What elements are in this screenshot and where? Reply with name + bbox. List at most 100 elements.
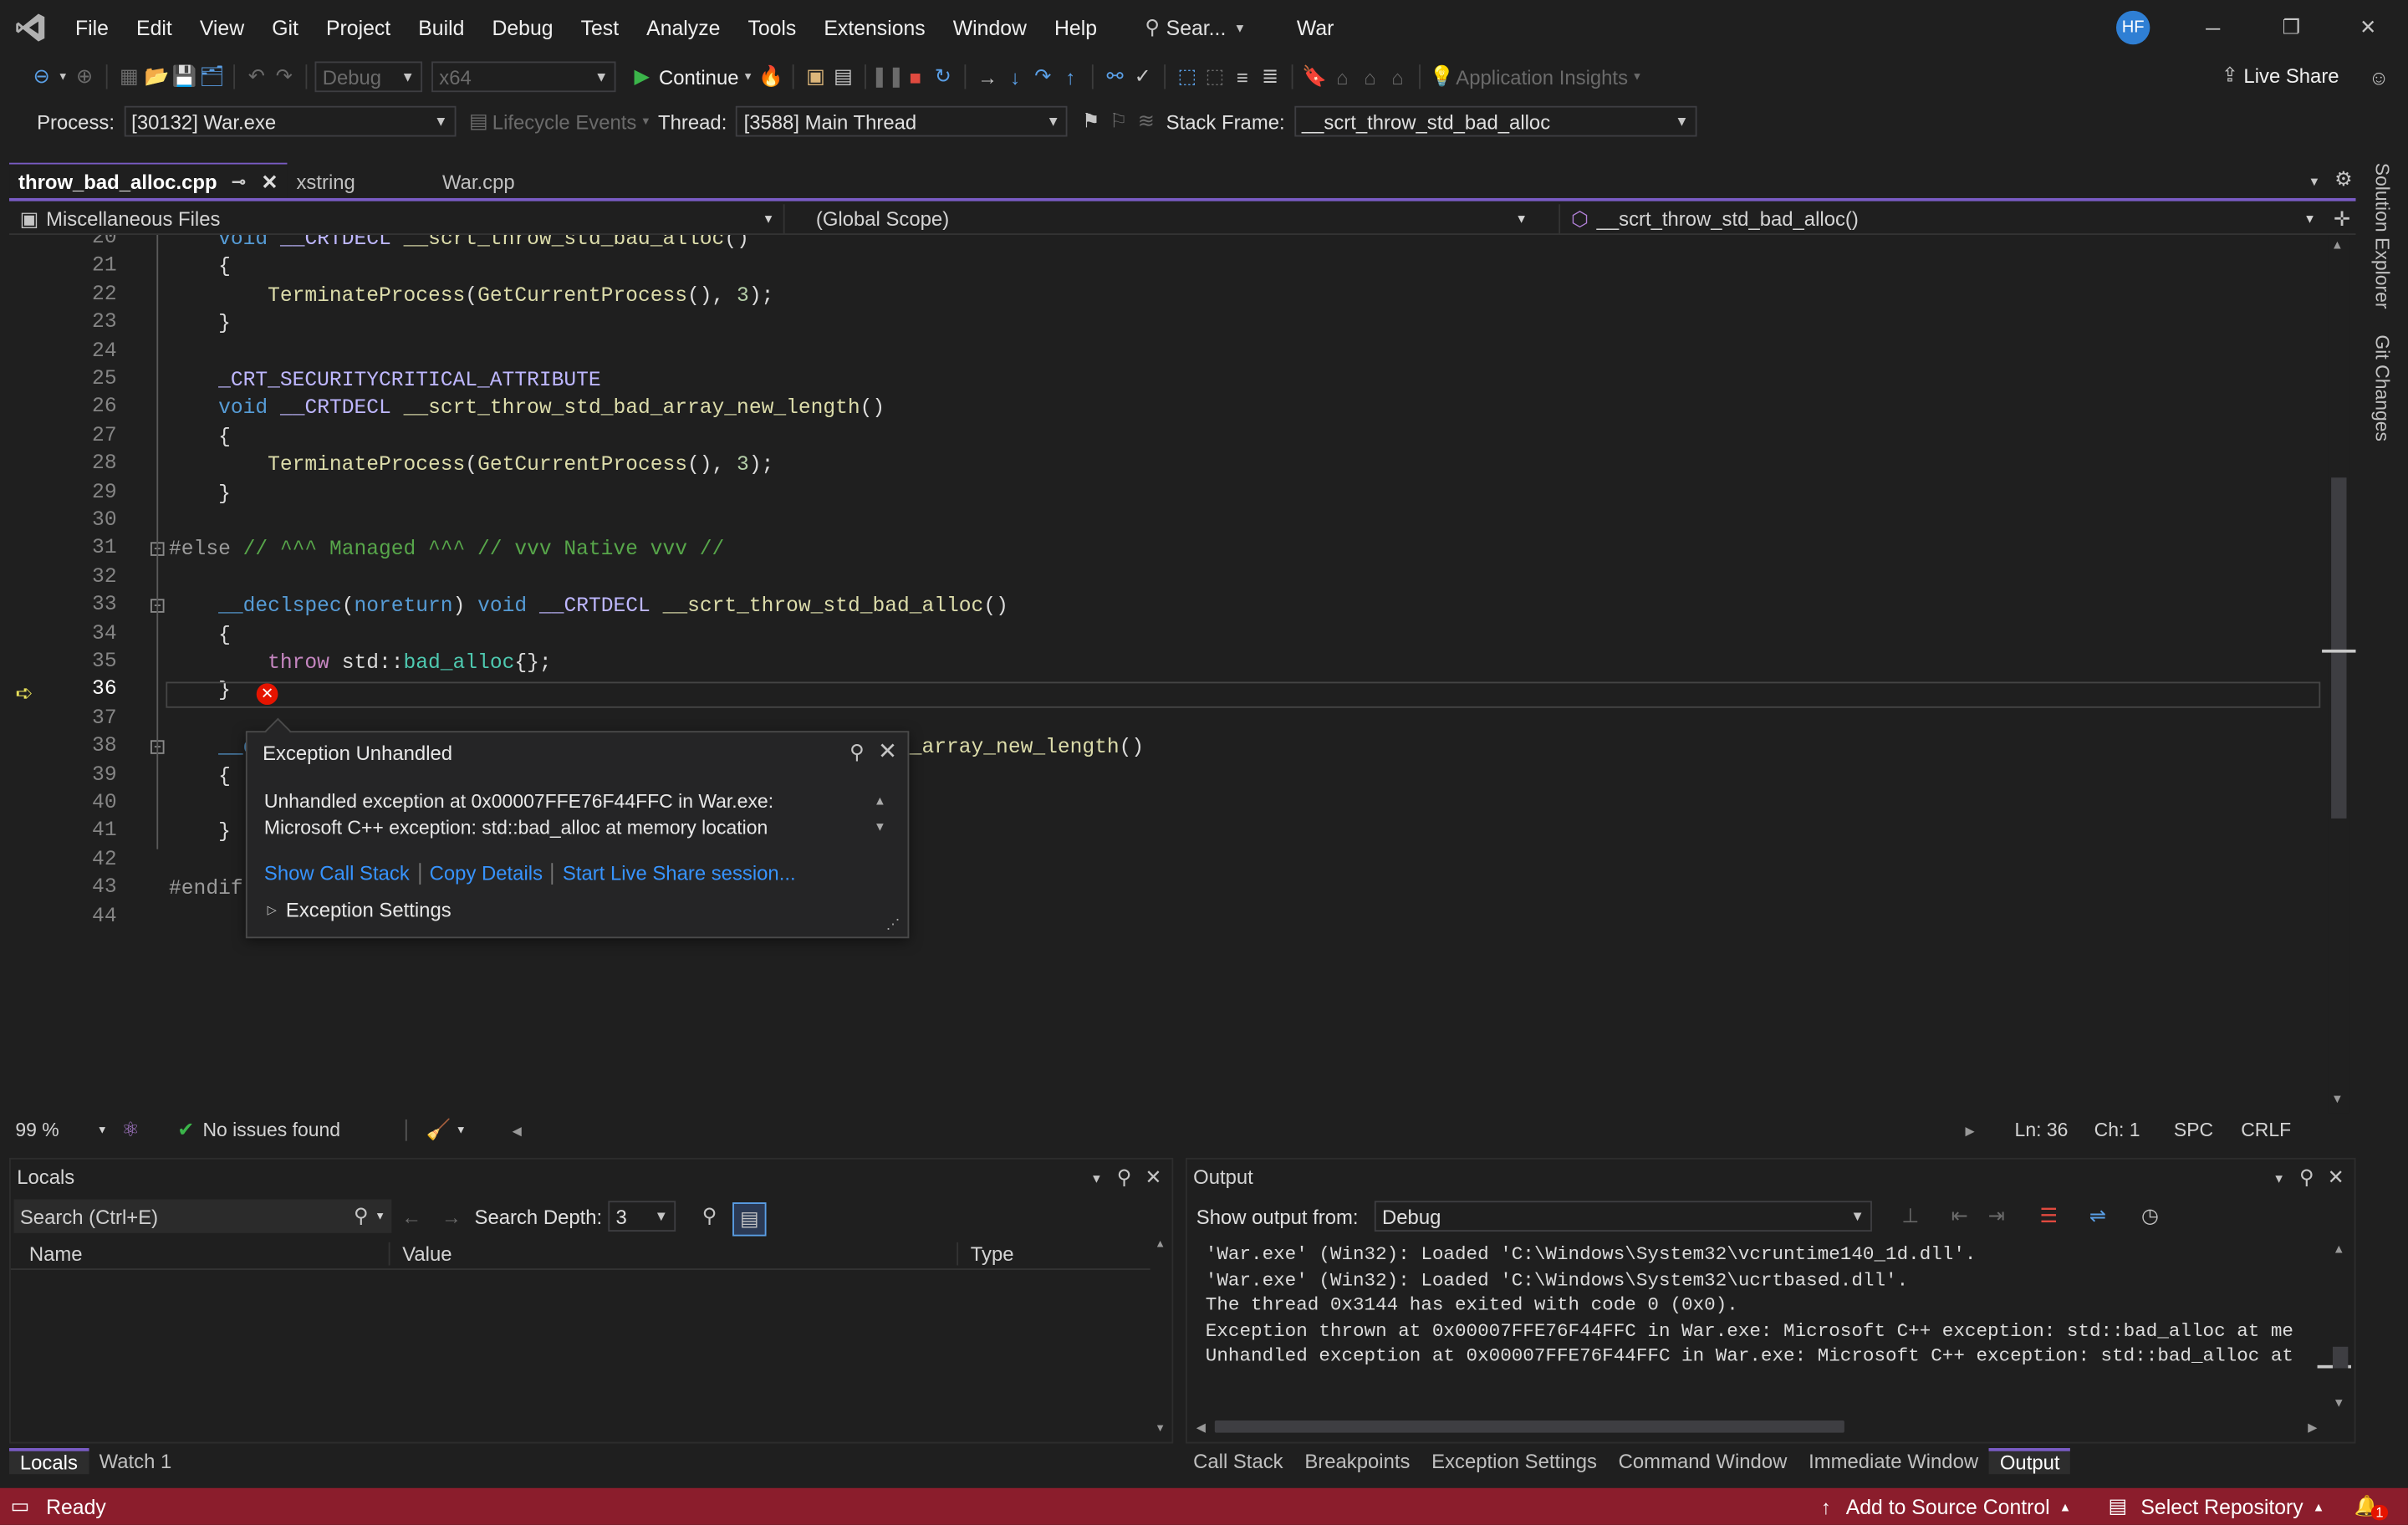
spell-check-icon[interactable]: ✓ [1129,63,1156,90]
show-call-stack-link[interactable]: Show Call Stack [264,861,410,885]
exception-error-icon[interactable]: ✕ [256,683,278,706]
tab-throw-bad-alloc-cpp[interactable]: throw_bad_alloc.cpp ⊸ ✕ [9,162,288,200]
code-editor[interactable]: 20 void __CRTDECL __scrt_throw_std_bad_a… [9,235,2328,1114]
output-source-dropdown[interactable]: Debug ▼ [1374,1201,1872,1232]
code-line[interactable]: { [169,764,231,793]
issues-status[interactable]: No issues found [202,1120,340,1141]
zoom-dropdown[interactable]: 99 % ▼ [9,1120,107,1141]
menu-extensions[interactable]: Extensions [810,16,939,39]
threads-icon[interactable]: ⚯ [1101,63,1129,90]
diagnostics-icon[interactable]: ▤ [829,63,857,90]
code-line[interactable]: } [169,821,231,849]
menu-view[interactable]: View [186,16,258,39]
browse-icon[interactable]: ▣ [802,63,829,90]
continue-button[interactable]: ▶ Continue ▼ [628,63,757,90]
notifications-button[interactable]: 🔔 1 [2353,1492,2389,1521]
open-file-icon[interactable]: 📂 [143,63,171,90]
column-header-type[interactable]: Type [957,1242,1014,1266]
feedback-icon[interactable]: ☺ [2365,63,2393,90]
menu-window[interactable]: Window [939,16,1040,39]
hot-reload-icon[interactable]: 🔥 [758,63,785,90]
tab-war-cpp[interactable]: War.cpp [433,163,579,200]
tab-locals[interactable]: Locals [9,1447,89,1474]
save-icon[interactable]: 💾 [171,63,198,90]
output-horizontal-scrollbar[interactable]: ◀ ▶ [1196,1417,2318,1436]
pin-icon[interactable]: ⚲ [2293,1164,2320,1191]
scroll-down-icon[interactable]: ▼ [2331,1092,2344,1106]
live-share-button[interactable]: ⇪ Live Share [2216,61,2339,89]
scroll-up-icon[interactable]: ▲ [2331,238,2344,252]
window-menu-icon[interactable]: ▼ [1083,1164,1110,1191]
column-indicator[interactable]: Ch: 1 [2094,1120,2140,1141]
live-share-link[interactable]: Start Live Share session... [563,861,796,885]
indent-icon[interactable]: ≡ [1228,63,1256,90]
settings-gear-icon[interactable]: ⚙ [2329,166,2357,193]
side-tab-git-changes[interactable]: Git Changes [2365,334,2393,457]
stack-frame-dropdown[interactable]: __scrt_throw_std_bad_alloc ▼ [1293,105,1696,137]
flag-thread-icon[interactable]: ⚑ [1077,108,1105,135]
menu-debug[interactable]: Debug [478,16,567,39]
line-indicator[interactable]: Ln: 36 [2015,1120,2069,1141]
member-dropdown[interactable]: ⬡ __scrt_throw_std_bad_alloc() ▼ [1558,203,2325,235]
tab-call-stack[interactable]: Call Stack [1182,1449,1293,1472]
pin-tab-icon[interactable]: ⊸ [232,172,246,192]
tab-exception-settings[interactable]: Exception Settings [1421,1449,1608,1472]
menu-test[interactable]: Test [567,16,633,39]
pin-icon[interactable]: ⚲ [843,738,870,766]
code-line[interactable]: { [169,425,231,453]
message-scroll-down-icon[interactable]: ▼ [874,820,886,834]
code-line[interactable]: void __CRTDECL __scrt_throw_std_bad_arra… [169,397,885,426]
step-out-icon[interactable]: ↑ [1057,63,1084,90]
tab-output[interactable]: Output [1988,1447,2071,1474]
avatar[interactable]: HF [2115,10,2150,45]
menu-build[interactable]: Build [405,16,478,39]
column-header-value[interactable]: Value [388,1242,957,1266]
comment-icon[interactable]: ⬚ [1173,63,1201,90]
code-cleanup-icon[interactable]: 🧹 [425,1116,452,1144]
pin-visualizer-icon[interactable]: ⚲ [696,1202,723,1230]
clear-all-icon[interactable]: ☰ [2035,1202,2063,1230]
code-line[interactable]: #endif [169,877,243,905]
pin-icon[interactable]: ⚲ [1110,1164,1138,1191]
bookmark-icon[interactable]: 🔖 [1301,63,1329,90]
code-line[interactable]: throw std::bad_alloc{}; [169,651,552,680]
code-line[interactable]: TerminateProcess(GetCurrentProcess(), 3)… [169,453,773,482]
locals-search-input[interactable]: Search (Ctrl+E) ⚲ ▼ [13,1199,392,1233]
add-to-source-control-button[interactable]: ↑ Add to Source Control ▲ [1812,1492,2071,1520]
code-line[interactable]: #else // ^^^ Managed ^^^ // vvv Native v… [169,538,724,567]
menu-tools[interactable]: Tools [734,16,810,39]
exception-settings-expander[interactable]: ▷ Exception Settings [268,898,452,921]
window-menu-icon[interactable]: ▼ [2265,1164,2293,1191]
process-dropdown[interactable]: [30132] War.exe ▼ [123,105,456,137]
output-text[interactable]: 'War.exe' (Win32): Loaded 'C:\Windows\Sy… [1206,1242,2327,1380]
menu-file[interactable]: File [61,16,122,39]
scroll-right-icon[interactable]: ▶ [1965,1124,1974,1138]
stop-icon[interactable]: ■ [901,63,929,90]
restart-icon[interactable]: ↻ [929,63,957,90]
menu-help[interactable]: Help [1040,16,1110,39]
select-repository-button[interactable]: ▤ Select Repository ▲ [2104,1492,2325,1520]
line-ending-indicator[interactable]: CRLF [2241,1120,2291,1141]
close-popup-icon[interactable]: ✕ [874,737,901,764]
step-over-icon[interactable]: ↷ [1029,63,1057,90]
side-tab-solution-explorer[interactable]: Solution Explorer [2365,163,2393,317]
close-tab-icon[interactable]: ✕ [261,170,278,194]
menu-analyze[interactable]: Analyze [633,16,734,39]
code-line[interactable]: { [169,623,231,651]
menu-project[interactable]: Project [312,16,404,39]
close-panel-icon[interactable]: ✕ [2322,1164,2349,1191]
code-line[interactable]: } [169,312,231,340]
resize-grip-icon[interactable]: ⋰ [886,917,900,934]
save-all-icon[interactable]: 🗂 [198,63,226,90]
code-line[interactable]: } [169,482,231,510]
message-scroll-up-icon[interactable]: ▲ [874,794,886,808]
horizontal-scrollbar[interactable] [522,1124,1965,1136]
search-box[interactable]: ⚲ Sear... ▼ [1139,14,1254,42]
visual-studio-logo-icon[interactable] [0,0,61,55]
chevron-down-icon[interactable]: ▼ [55,63,70,90]
chevron-down-icon[interactable]: ▼ [739,63,758,90]
locals-scrollbar[interactable]: ▲ ▼ [1153,1239,1171,1441]
code-line[interactable]: { [169,256,231,284]
column-header-name[interactable]: Name [11,1242,389,1266]
minimize-icon[interactable]: ─ [2199,14,2227,42]
